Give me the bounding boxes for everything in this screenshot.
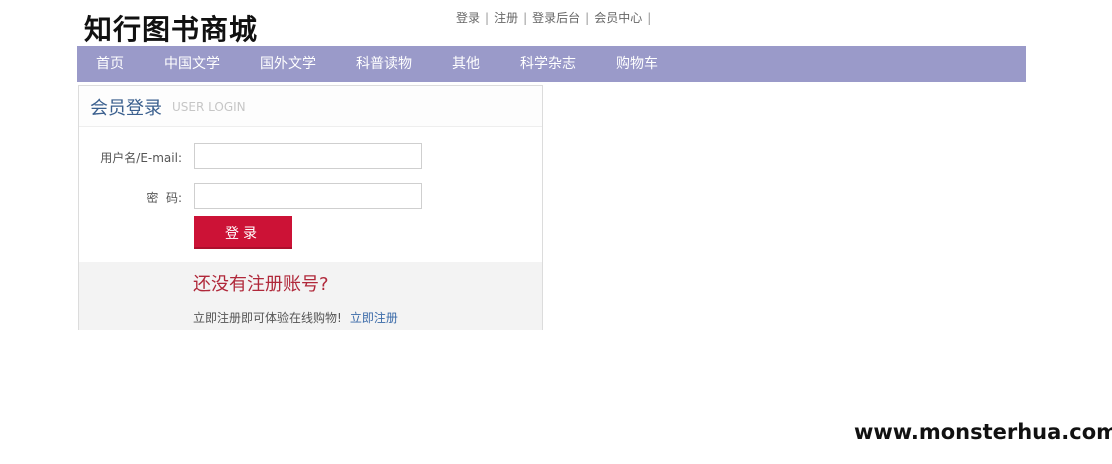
- top-member-center-link[interactable]: 会员中心: [590, 11, 646, 25]
- top-register-link[interactable]: 注册: [490, 11, 522, 25]
- no-account-title: 还没有注册账号?: [193, 274, 329, 295]
- username-input[interactable]: [194, 143, 422, 169]
- login-submit-button[interactable]: 登录: [194, 216, 292, 249]
- top-links: 登录 | 注册 | 登录后台 | 会员中心 |: [452, 9, 652, 26]
- password-label: 密 码:: [146, 191, 182, 205]
- nav-item-popular-science[interactable]: 科普读物: [356, 46, 412, 82]
- login-title: 会员登录: [90, 98, 162, 119]
- login-subtitle: USER LOGIN: [172, 100, 246, 114]
- register-prompt: 还没有注册账号? 立即注册即可体验在线购物! 立即注册: [79, 262, 542, 330]
- watermark-text: www.monsterhua.com: [854, 420, 1112, 444]
- nav-item-other[interactable]: 其他: [452, 46, 480, 82]
- username-label: 用户名/E-mail:: [100, 151, 182, 165]
- no-account-description: 立即注册即可体验在线购物!: [193, 311, 342, 325]
- login-panel-header: 会员登录 USER LOGIN: [79, 86, 542, 127]
- main-nav-bar: 首页 中国文学 国外文学 科普读物 其他 科学杂志 购物车: [77, 46, 1026, 82]
- top-login-link[interactable]: 登录: [452, 11, 484, 25]
- separator: |: [647, 11, 652, 25]
- nav-item-chinese-literature[interactable]: 中国文学: [164, 46, 220, 82]
- login-panel: 会员登录 USER LOGIN 用户名/E-mail: 密 码: 登录 还没有注…: [78, 85, 543, 330]
- register-now-link[interactable]: 立即注册: [350, 311, 398, 325]
- top-admin-login-link[interactable]: 登录后台: [528, 11, 584, 25]
- nav-item-science-magazine[interactable]: 科学杂志: [520, 46, 576, 82]
- no-account-text: 立即注册即可体验在线购物! 立即注册: [193, 309, 398, 326]
- site-logo[interactable]: 知行图书商城: [84, 8, 258, 48]
- nav-item-home[interactable]: 首页: [96, 46, 124, 82]
- nav-item-cart[interactable]: 购物车: [616, 46, 658, 82]
- password-input[interactable]: [194, 183, 422, 209]
- nav-item-foreign-literature[interactable]: 国外文学: [260, 46, 316, 82]
